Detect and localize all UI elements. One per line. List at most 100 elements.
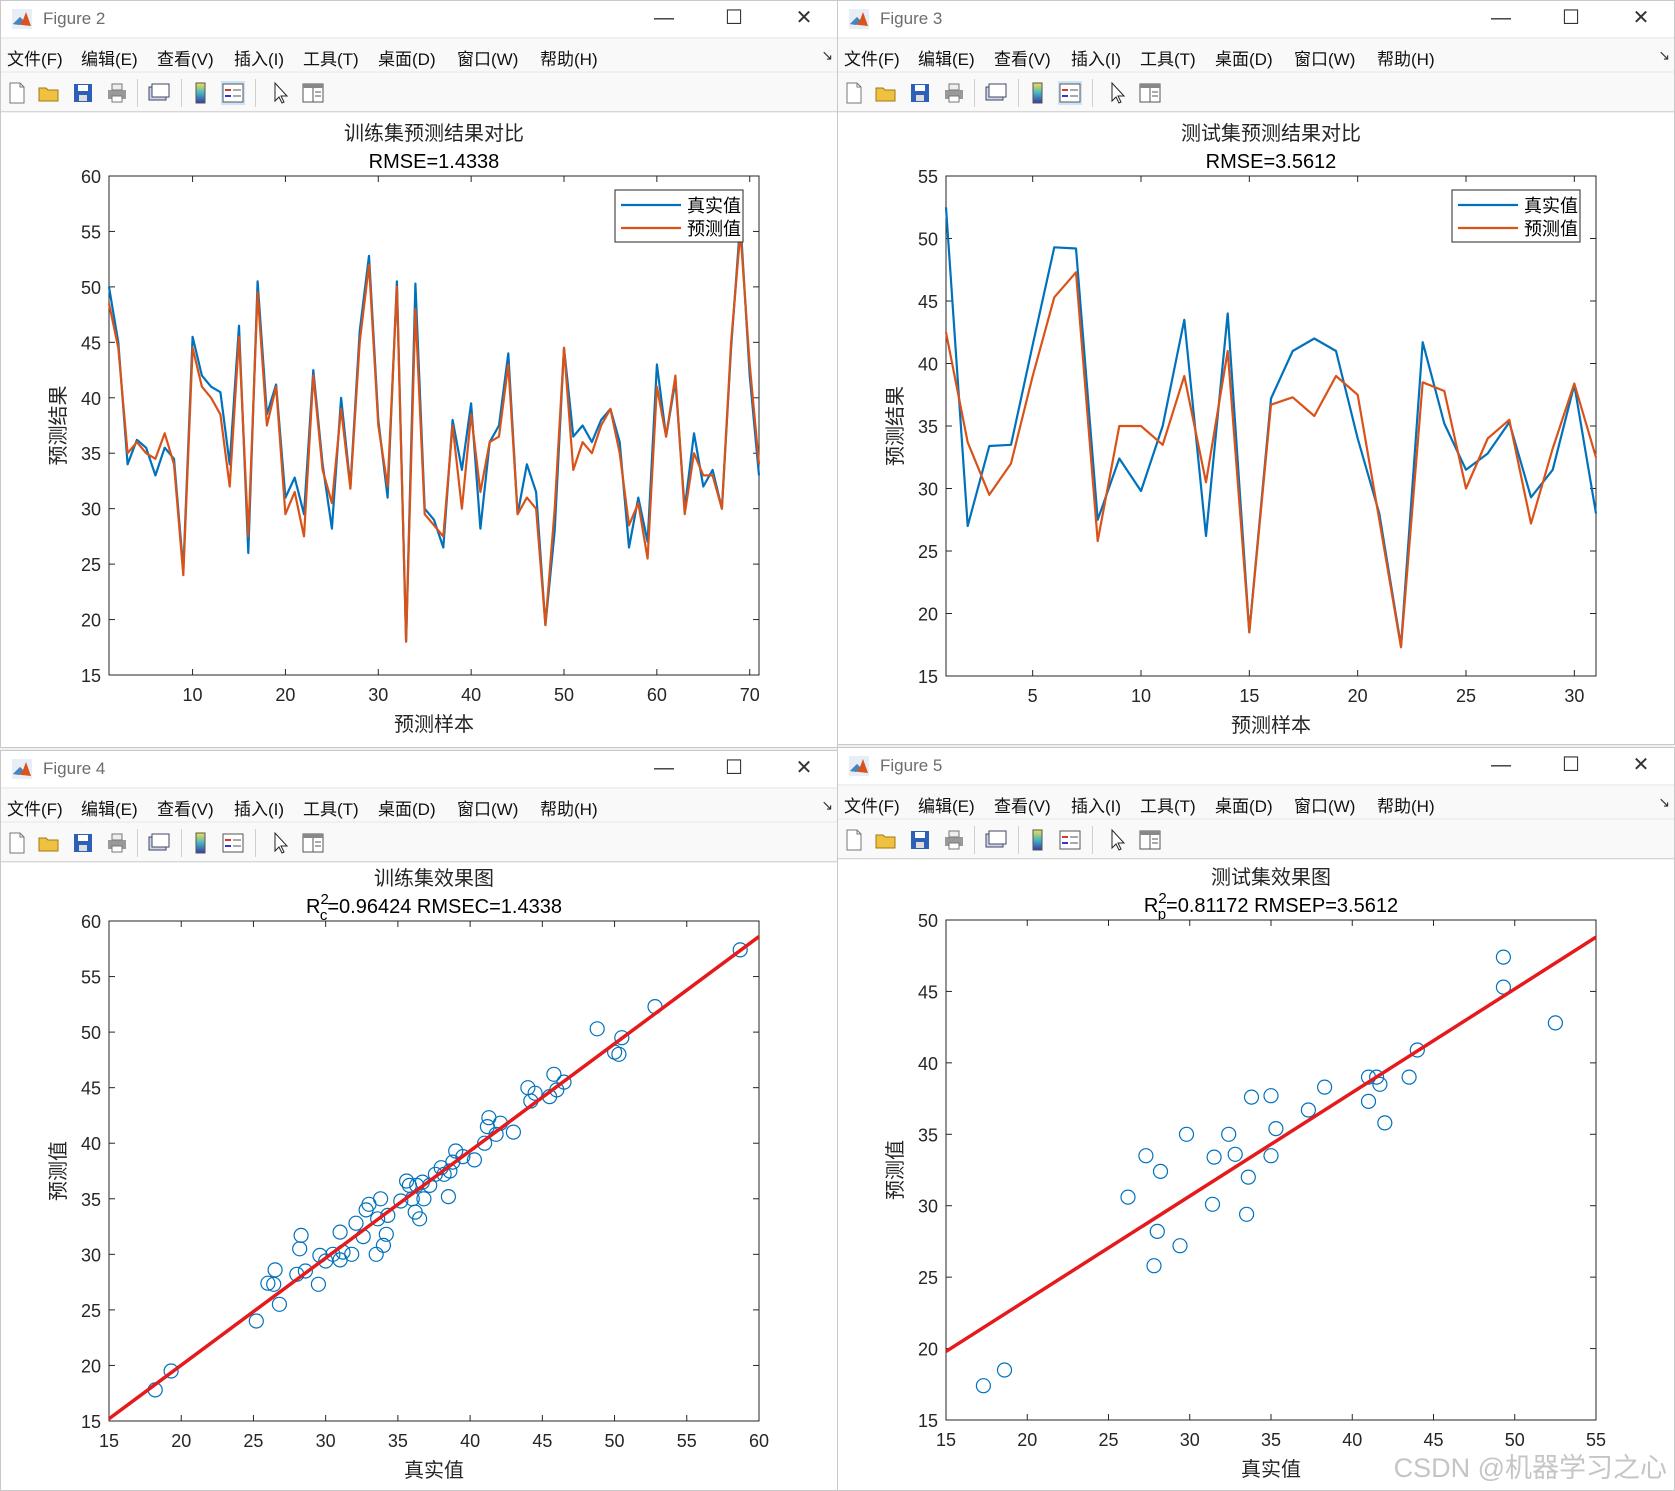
open-folder-icon[interactable]: [37, 81, 61, 105]
menu-window[interactable]: 窗口(W): [457, 795, 518, 820]
menu-window[interactable]: 窗口(W): [1294, 792, 1355, 817]
print-icon[interactable]: [105, 831, 129, 855]
property-inspector-icon[interactable]: [301, 81, 325, 105]
property-inspector-icon[interactable]: [1138, 828, 1162, 852]
property-inspector-icon[interactable]: [301, 831, 325, 855]
close-icon[interactable]: ✕: [1626, 5, 1656, 31]
figure-window-2[interactable]: Figure 2 — ☐ ✕ 文件(F) 编辑(E) 查看(V) 插入(I) 工…: [0, 0, 838, 748]
menu-file[interactable]: 文件(F): [844, 45, 900, 70]
save-icon[interactable]: [71, 81, 95, 105]
menu-desktop[interactable]: 桌面(D): [378, 795, 436, 820]
maximize-icon[interactable]: ☐: [1556, 5, 1586, 31]
open-folder-icon[interactable]: [37, 831, 61, 855]
close-icon[interactable]: ✕: [1626, 752, 1656, 778]
menu-edit[interactable]: 编辑(E): [81, 795, 138, 820]
menu-tools[interactable]: 工具(T): [1140, 792, 1196, 817]
maximize-icon[interactable]: ☐: [719, 755, 749, 781]
select-cursor-icon[interactable]: [269, 831, 293, 855]
menu-help[interactable]: 帮助(H): [1377, 45, 1435, 70]
select-cursor-icon[interactable]: [1106, 81, 1130, 105]
menu-help[interactable]: 帮助(H): [540, 45, 598, 70]
new-file-icon[interactable]: [842, 828, 866, 852]
open-folder-icon[interactable]: [874, 81, 898, 105]
print-preview-icon[interactable]: [147, 81, 171, 105]
open-folder-icon[interactable]: [874, 828, 898, 852]
menu-help[interactable]: 帮助(H): [540, 795, 598, 820]
menu-view[interactable]: 查看(V): [157, 45, 214, 70]
y-tick-label: 25: [918, 542, 938, 562]
menu-insert[interactable]: 插入(I): [234, 795, 284, 820]
colorbar-icon[interactable]: [1026, 828, 1050, 852]
menu-insert[interactable]: 插入(I): [1071, 45, 1121, 70]
train-comparison-line-chart[interactable]: 训练集预测结果对比 RMSE=1.4338 10 20 30 40 50 60 70 15 20 25…: [1, 113, 837, 747]
new-file-icon[interactable]: [842, 81, 866, 105]
toolbar-separator: [181, 829, 182, 857]
menu-insert[interactable]: 插入(I): [234, 45, 284, 70]
menu-overflow-icon[interactable]: ↘: [1658, 794, 1670, 811]
menu-tools[interactable]: 工具(T): [303, 795, 359, 820]
save-icon[interactable]: [908, 81, 932, 105]
minimize-icon[interactable]: —: [1486, 5, 1516, 31]
title-bar[interactable]: Figure 2 — ☐ ✕: [1, 1, 837, 37]
print-icon[interactable]: [942, 828, 966, 852]
maximize-icon[interactable]: ☐: [1556, 752, 1586, 778]
train-scatter-chart[interactable]: 训练集效果图R2 c=0.96424 RMSEC=1.4338 15 20 25 30 35…: [1, 863, 837, 1490]
x-tick-label: 25: [1098, 1430, 1118, 1450]
title-bar[interactable]: Figure 4 — ☐ ✕: [1, 751, 837, 787]
save-icon[interactable]: [71, 831, 95, 855]
new-file-icon[interactable]: [5, 831, 29, 855]
menu-desktop[interactable]: 桌面(D): [378, 45, 436, 70]
menu-edit[interactable]: 编辑(E): [918, 792, 975, 817]
title-bar[interactable]: Figure 3 — ☐ ✕: [838, 1, 1674, 37]
print-preview-icon[interactable]: [984, 828, 1008, 852]
menu-window[interactable]: 窗口(W): [1294, 45, 1355, 70]
menu-overflow-icon[interactable]: ↘: [821, 797, 833, 814]
test-comparison-line-chart[interactable]: 测试集预测结果对比 RMSE=3.5612 5 10 15 20 25 30 15 20 25 30 3…: [838, 113, 1674, 744]
close-icon[interactable]: ✕: [789, 5, 819, 31]
menu-tools[interactable]: 工具(T): [303, 45, 359, 70]
colorbar-icon[interactable]: [189, 831, 213, 855]
menu-overflow-icon[interactable]: ↘: [821, 47, 833, 64]
y-tick-label: 25: [918, 1268, 938, 1288]
title-bar[interactable]: Figure 5 — ☐ ✕: [838, 748, 1674, 784]
menu-view[interactable]: 查看(V): [157, 795, 214, 820]
menu-overflow-icon[interactable]: ↘: [1658, 47, 1670, 64]
test-scatter-chart[interactable]: 测试集效果图R2 p=0.81172 RMSEP=3.5612 15 20 25 30 35…: [838, 860, 1674, 1490]
minimize-icon[interactable]: —: [649, 755, 679, 781]
select-cursor-icon[interactable]: [1106, 828, 1130, 852]
menu-window[interactable]: 窗口(W): [457, 45, 518, 70]
colorbar-icon[interactable]: [189, 81, 213, 105]
new-file-icon[interactable]: [5, 81, 29, 105]
menu-tools[interactable]: 工具(T): [1140, 45, 1196, 70]
close-icon[interactable]: ✕: [789, 755, 819, 781]
print-icon[interactable]: [942, 81, 966, 105]
menu-file[interactable]: 文件(F): [7, 795, 63, 820]
minimize-icon[interactable]: —: [649, 5, 679, 31]
legend-icon[interactable]: [1058, 828, 1082, 852]
minimize-icon[interactable]: —: [1486, 752, 1516, 778]
print-preview-icon[interactable]: [147, 831, 171, 855]
menu-view[interactable]: 查看(V): [994, 792, 1051, 817]
colorbar-icon[interactable]: [1026, 81, 1050, 105]
figure-window-3[interactable]: Figure 3 — ☐ ✕ 文件(F) 编辑(E) 查看(V) 插入(I) 工…: [837, 0, 1675, 745]
menu-file[interactable]: 文件(F): [7, 45, 63, 70]
menu-insert[interactable]: 插入(I): [1071, 792, 1121, 817]
legend-icon[interactable]: [221, 81, 245, 105]
legend-icon[interactable]: [221, 831, 245, 855]
menu-view[interactable]: 查看(V): [994, 45, 1051, 70]
figure-window-4[interactable]: Figure 4 — ☐ ✕ 文件(F) 编辑(E) 查看(V) 插入(I) 工…: [0, 750, 838, 1491]
figure-window-5[interactable]: Figure 5 — ☐ ✕ 文件(F) 编辑(E) 查看(V) 插入(I) 工…: [837, 747, 1675, 1491]
menu-desktop[interactable]: 桌面(D): [1215, 45, 1273, 70]
legend-icon[interactable]: [1058, 81, 1082, 105]
print-icon[interactable]: [105, 81, 129, 105]
menu-desktop[interactable]: 桌面(D): [1215, 792, 1273, 817]
maximize-icon[interactable]: ☐: [719, 5, 749, 31]
print-preview-icon[interactable]: [984, 81, 1008, 105]
menu-file[interactable]: 文件(F): [844, 792, 900, 817]
select-cursor-icon[interactable]: [269, 81, 293, 105]
property-inspector-icon[interactable]: [1138, 81, 1162, 105]
save-icon[interactable]: [908, 828, 932, 852]
menu-edit[interactable]: 编辑(E): [918, 45, 975, 70]
menu-help[interactable]: 帮助(H): [1377, 792, 1435, 817]
menu-edit[interactable]: 编辑(E): [81, 45, 138, 70]
